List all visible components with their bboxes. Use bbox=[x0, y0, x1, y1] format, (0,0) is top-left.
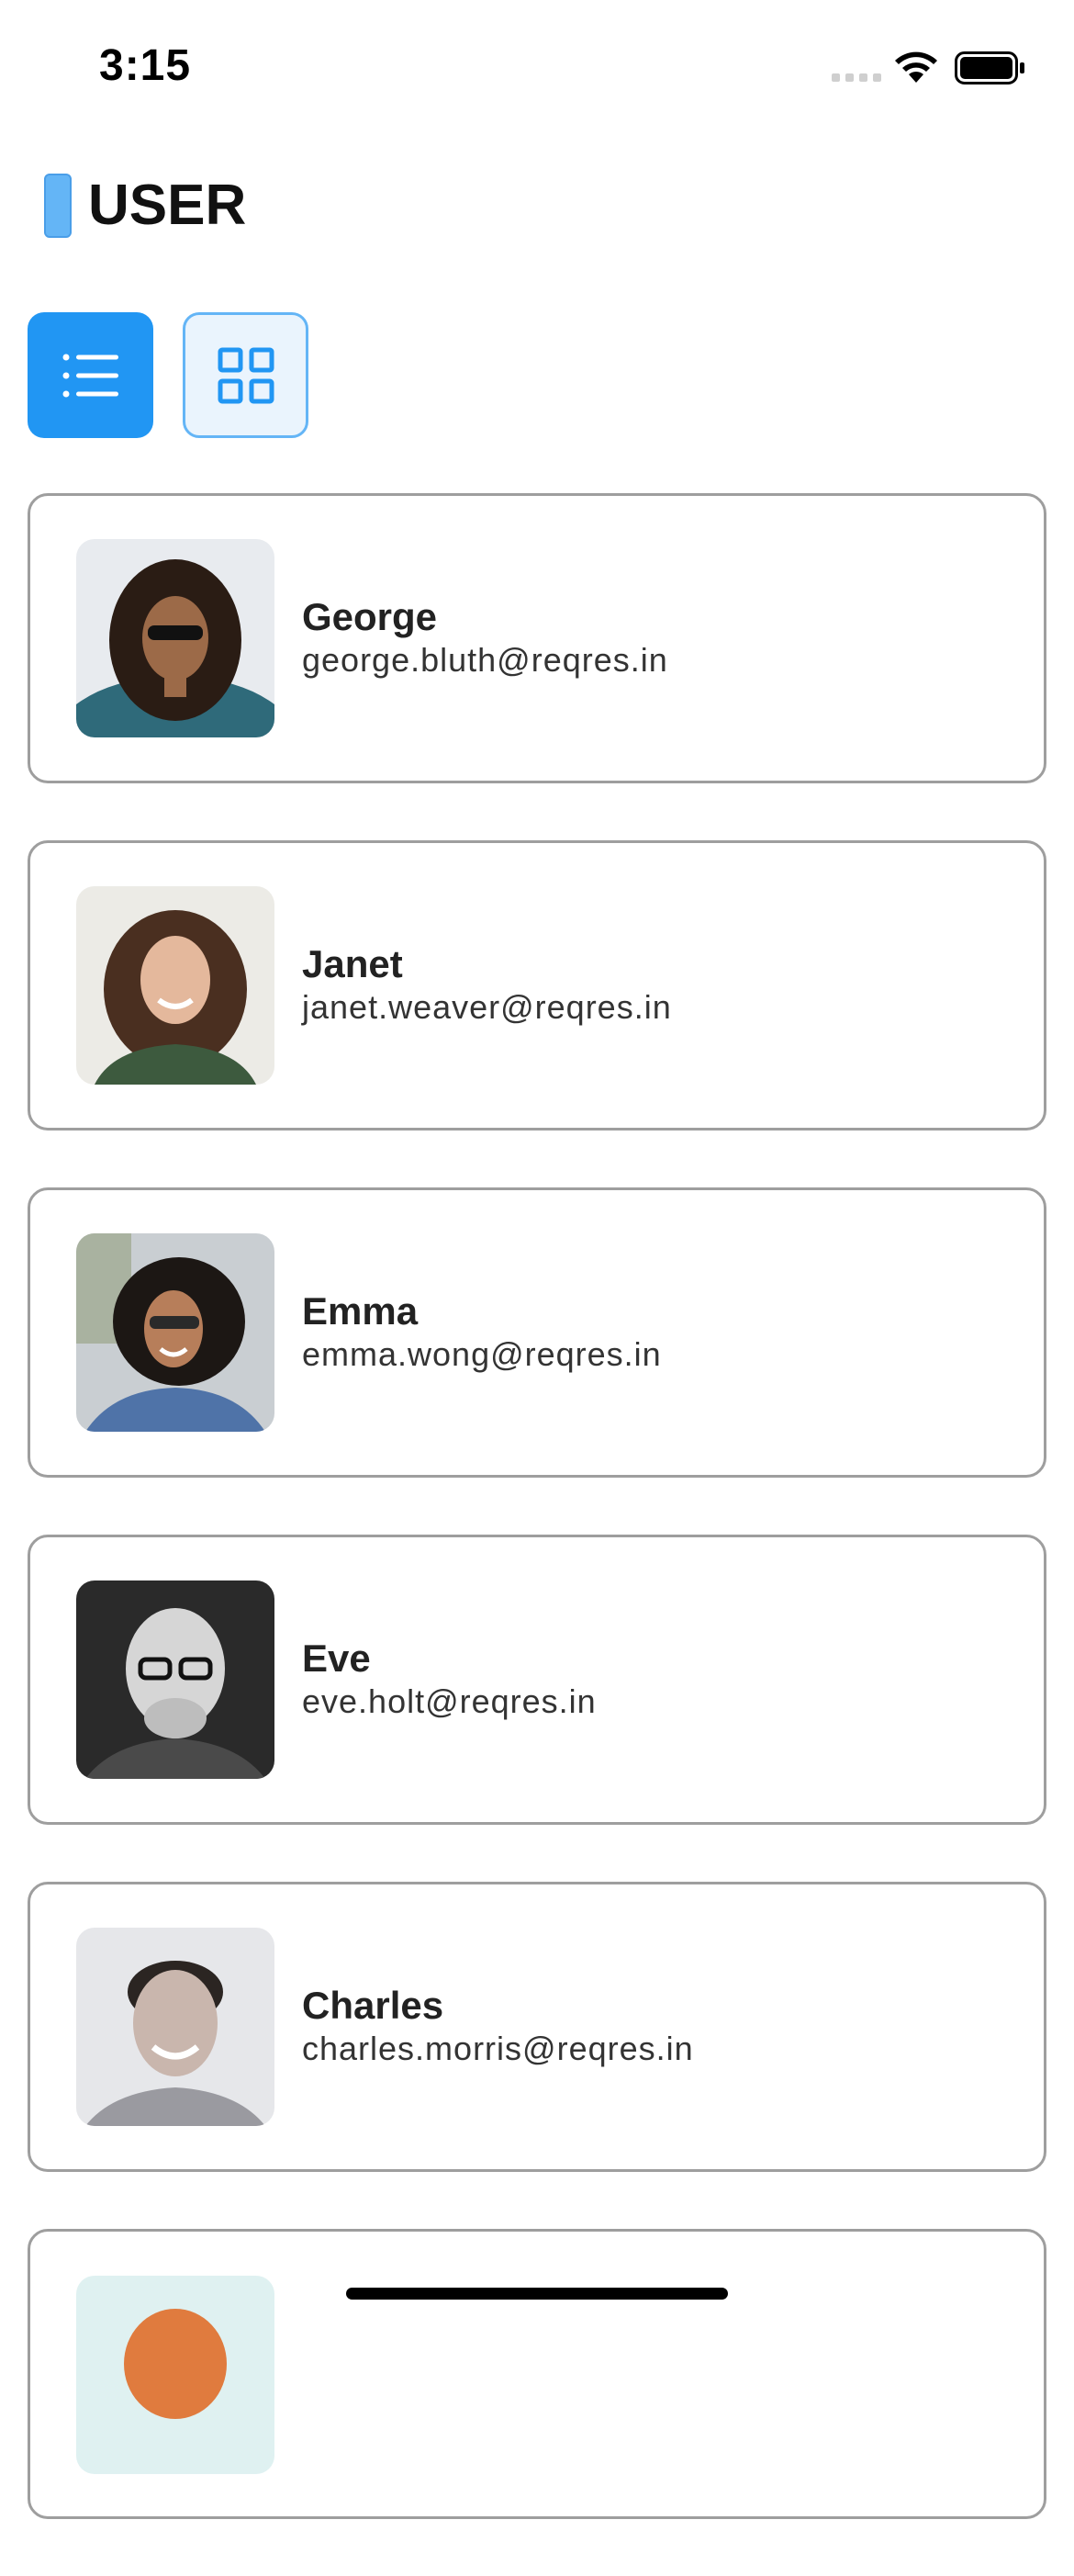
avatar bbox=[76, 1580, 274, 1779]
user-name: George bbox=[302, 595, 438, 638]
view-toggle bbox=[28, 312, 308, 438]
user-list: George george.bluth@reqres.in Janet jane… bbox=[28, 493, 1046, 2576]
user-email: emma.wong@reqres.in bbox=[302, 1335, 662, 1373]
avatar bbox=[76, 1928, 274, 2126]
avatar bbox=[76, 1233, 274, 1432]
cellular-signal-icon bbox=[832, 73, 881, 82]
battery-icon bbox=[955, 51, 1024, 84]
user-name: Eve bbox=[302, 1637, 371, 1680]
title-accent-bar bbox=[44, 173, 72, 238]
user-email: charles.morris@reqres.in bbox=[302, 2030, 694, 2067]
avatar bbox=[76, 539, 274, 737]
page-title: USER bbox=[88, 174, 247, 237]
status-time: 3:15 bbox=[99, 41, 192, 90]
avatar bbox=[76, 2276, 274, 2474]
home-indicator[interactable] bbox=[346, 2288, 728, 2300]
user-card[interactable]: Emma emma.wong@reqres.in bbox=[28, 1187, 1046, 1478]
grid-view-button[interactable] bbox=[183, 312, 308, 438]
grid-icon bbox=[218, 347, 274, 403]
page-header: USER bbox=[44, 173, 246, 238]
user-card[interactable]: Eve eve.holt@reqres.in bbox=[28, 1535, 1046, 1825]
list-view-button[interactable] bbox=[28, 312, 153, 438]
user-name: Janet bbox=[302, 942, 403, 985]
avatar bbox=[76, 886, 274, 1085]
user-card-partial[interactable] bbox=[28, 2229, 1046, 2519]
user-card[interactable]: George george.bluth@reqres.in bbox=[28, 493, 1046, 783]
user-name: Charles bbox=[302, 1984, 444, 2027]
user-email: eve.holt@reqres.in bbox=[302, 1682, 597, 1720]
user-name: Emma bbox=[302, 1289, 419, 1333]
user-email: janet.weaver@reqres.in bbox=[302, 988, 672, 1026]
user-card[interactable]: Charles charles.morris@reqres.in bbox=[28, 1882, 1046, 2172]
wifi-icon bbox=[895, 51, 937, 83]
list-icon bbox=[62, 354, 118, 397]
status-bar: 3:15 bbox=[0, 0, 1074, 138]
user-email: george.bluth@reqres.in bbox=[302, 641, 668, 679]
user-card[interactable]: Janet janet.weaver@reqres.in bbox=[28, 840, 1046, 1131]
